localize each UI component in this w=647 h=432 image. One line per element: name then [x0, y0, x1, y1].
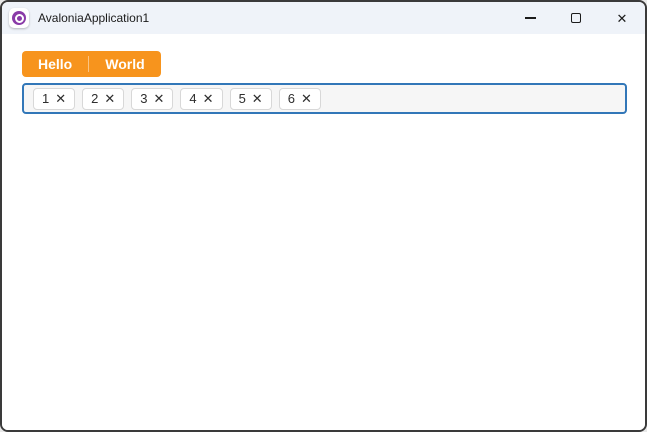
chip-3: 3 ✕ [131, 87, 174, 110]
app-window: AvaloniaApplication1 ✕ Hello World 1 ✕ 2… [0, 0, 647, 432]
chip-label: 6 [287, 91, 295, 106]
segment-world[interactable]: World [89, 51, 160, 77]
chip-label: 3 [140, 91, 148, 106]
chip-remove-button[interactable]: ✕ [104, 92, 115, 105]
chip-label: 5 [238, 91, 246, 106]
chip-remove-button[interactable]: ✕ [252, 92, 263, 105]
close-icon: ✕ [616, 10, 628, 26]
chip-5: 5 ✕ [229, 87, 272, 110]
chip-remove-button[interactable]: ✕ [55, 92, 66, 105]
tag-input-box[interactable]: 1 ✕ 2 ✕ 3 ✕ 4 ✕ 5 ✕ 6 ✕ [22, 83, 627, 114]
avalonia-logo-icon [9, 8, 29, 28]
chip-label: 1 [42, 91, 50, 106]
chip-remove-button[interactable]: ✕ [154, 92, 165, 105]
content-area: Hello World 1 ✕ 2 ✕ 3 ✕ 4 ✕ 5 ✕ 6 ✕ [2, 34, 645, 430]
segmented-control: Hello World [22, 51, 161, 77]
titlebar[interactable]: AvaloniaApplication1 ✕ [2, 2, 645, 34]
segment-hello[interactable]: Hello [22, 51, 88, 77]
minimize-button[interactable] [507, 2, 553, 34]
chip-remove-button[interactable]: ✕ [203, 92, 214, 105]
chip-label: 4 [189, 91, 197, 106]
chip-2: 2 ✕ [82, 87, 125, 110]
chip-label: 2 [91, 91, 99, 106]
window-title: AvaloniaApplication1 [38, 11, 150, 25]
maximize-icon [571, 13, 581, 23]
close-button[interactable]: ✕ [599, 2, 645, 34]
chip-1: 1 ✕ [33, 87, 76, 110]
maximize-button[interactable] [553, 2, 599, 34]
minimize-icon [524, 17, 536, 19]
chip-6: 6 ✕ [278, 87, 321, 110]
chip-remove-button[interactable]: ✕ [301, 92, 312, 105]
chip-4: 4 ✕ [180, 87, 223, 110]
